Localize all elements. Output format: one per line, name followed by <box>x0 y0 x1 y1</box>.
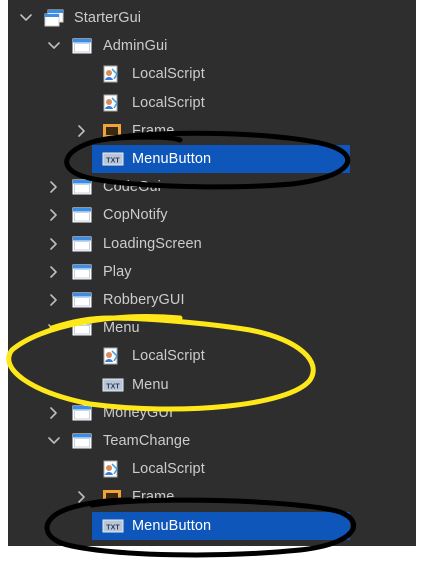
chevron-right-icon[interactable] <box>48 265 60 278</box>
tree-item-label: MenuButton <box>132 151 212 167</box>
tree-item-label: StarterGui <box>74 10 142 26</box>
chevron-down-icon[interactable] <box>20 12 32 24</box>
chevron-right-icon[interactable] <box>48 209 60 222</box>
text-button-icon: TXT <box>102 517 124 535</box>
chevron-right-icon[interactable] <box>48 237 60 250</box>
screen-gui-icon <box>72 404 92 422</box>
tree-item[interactable]: LoadingScreen <box>8 230 416 258</box>
tree-item-label: LocalScript <box>132 348 205 365</box>
chevron-right-icon[interactable] <box>48 294 60 306</box>
svg-text:TXT: TXT <box>106 524 120 531</box>
text-button-icon: TXT <box>102 376 124 394</box>
tree-item[interactable]: Menu <box>8 314 416 342</box>
tree-item[interactable]: TXT MenuButton <box>92 511 350 540</box>
tree-item-label: MoneyGUI <box>103 404 174 421</box>
chevron-right-icon[interactable] <box>48 181 60 193</box>
tree-item-label: LoadingScreen <box>103 235 202 252</box>
local-script-icon <box>102 65 120 83</box>
local-script-icon <box>102 94 120 112</box>
screen-gui-icon <box>72 319 92 337</box>
text-button-icon: TXT <box>102 150 124 168</box>
tree-item-label: Menu <box>132 376 169 393</box>
frame-icon <box>102 488 121 506</box>
screen-gui-icon <box>72 263 92 281</box>
tree-item[interactable]: Frame <box>8 483 416 511</box>
tree-item-label: Frame <box>132 489 175 506</box>
tree-item-label: Menu <box>103 320 140 337</box>
tree-item[interactable]: StarterGui <box>8 4 416 32</box>
tree-item[interactable]: Frame <box>8 117 416 145</box>
chevron-down-icon[interactable] <box>48 322 60 334</box>
tree-item-label: MenuButton <box>132 517 212 534</box>
screen-gui-icon <box>72 235 92 253</box>
chevron-down-icon[interactable] <box>48 435 60 447</box>
frame-icon <box>102 122 121 140</box>
tree-item-label: LocalScript <box>132 94 205 111</box>
svg-text:TXT: TXT <box>106 383 120 390</box>
tree-item-label: Frame <box>132 122 175 139</box>
tree-item[interactable]: TXT MenuButton <box>92 145 350 173</box>
chevron-right-icon[interactable] <box>76 491 88 504</box>
tree-item[interactable]: TXT Menu <box>8 371 416 399</box>
local-script-icon <box>102 347 120 365</box>
screen-gui-icon <box>72 178 92 196</box>
tree-item[interactable]: CopNotify <box>8 201 416 229</box>
tree-item-label: AdminGui <box>103 38 168 55</box>
chevron-right-icon[interactable] <box>76 124 88 137</box>
screen-gui-icon <box>72 37 92 55</box>
tree-item-label: CopNotify <box>103 207 168 224</box>
tree-item-label: RobberyGUI <box>103 292 185 308</box>
tree-item[interactable]: MoneyGUI <box>8 399 416 427</box>
screen-gui-icon <box>72 432 92 450</box>
tree-item[interactable]: LocalScript <box>8 455 416 483</box>
tree-item[interactable]: LocalScript <box>8 342 416 370</box>
tree-item[interactable]: Play <box>8 258 416 286</box>
tree-item[interactable]: LocalScript <box>8 89 416 117</box>
chevron-down-icon[interactable] <box>48 40 60 52</box>
svg-text:TXT: TXT <box>106 158 120 165</box>
tree-item[interactable]: CodeGui <box>8 173 416 201</box>
screen-gui-icon <box>72 291 92 309</box>
tree-item[interactable]: RobberyGUI <box>8 286 416 314</box>
chevron-right-icon[interactable] <box>48 406 60 419</box>
tree-item[interactable]: LocalScript <box>8 60 416 88</box>
starter-gui-icon <box>44 9 64 27</box>
tree-item-label: LocalScript <box>132 66 205 83</box>
tree-item-label: LocalScript <box>132 461 205 478</box>
tree-item-label: CodeGui <box>103 179 161 196</box>
tree-item-label: TeamChange <box>103 433 191 449</box>
local-script-icon <box>102 460 120 478</box>
explorer-panel: StarterGui AdminGui LocalScript LocalScript… <box>8 0 416 546</box>
tree-item[interactable]: TeamChange <box>8 427 416 455</box>
tree-item[interactable]: AdminGui <box>8 32 416 60</box>
tree-item-label: Play <box>103 263 132 280</box>
screen-gui-icon <box>72 206 92 224</box>
